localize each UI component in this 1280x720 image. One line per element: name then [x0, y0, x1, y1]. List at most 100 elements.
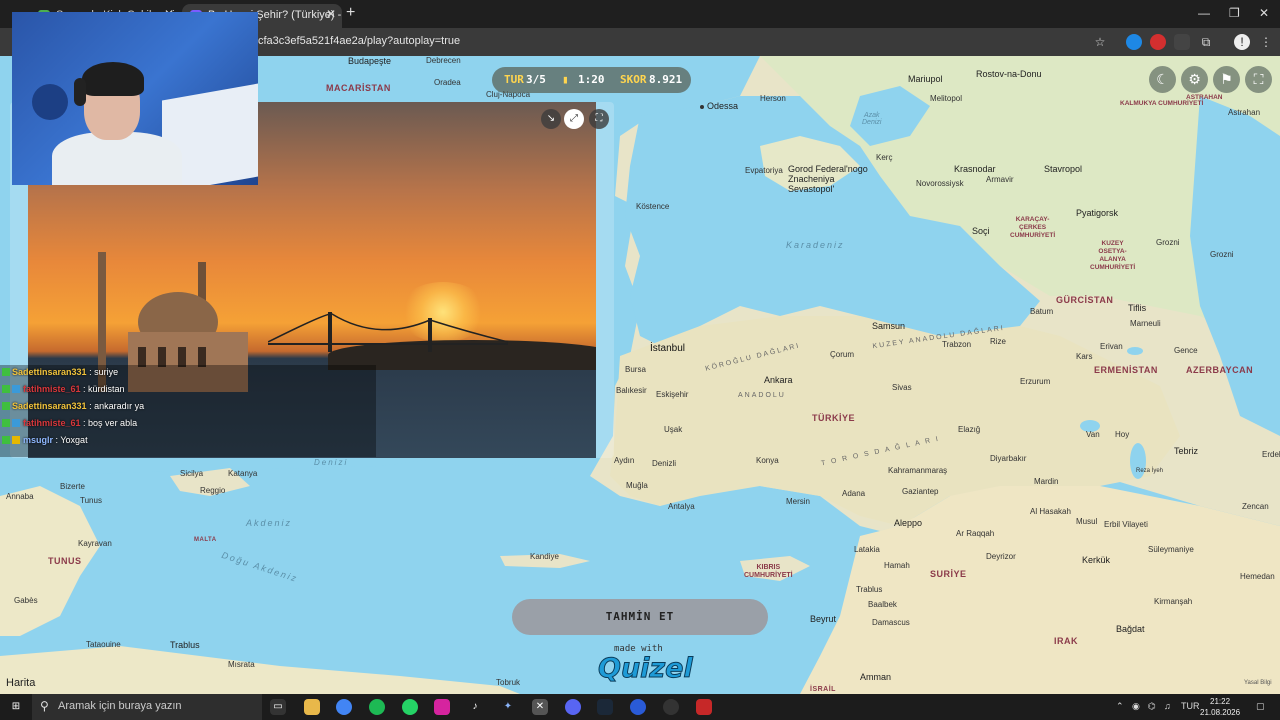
settings-gear-icon[interactable]: ⚙	[1181, 66, 1208, 93]
tray-app-icon[interactable]: ◉	[1132, 701, 1140, 712]
minimize-button[interactable]: —	[1198, 6, 1210, 20]
url-field[interactable]: cfa3c3ef5a521f4ae2a/play?autoplay=true	[258, 35, 460, 47]
report-flag-icon[interactable]: ⚑	[1213, 66, 1240, 93]
extension-icon[interactable]	[1126, 34, 1142, 50]
tiktok-app-icon[interactable]: ♪	[467, 699, 483, 715]
expand-image-icon[interactable]: ⤢	[564, 109, 584, 129]
quizel-logo[interactable]: Quizel	[598, 653, 694, 685]
capcut-app-icon[interactable]: ✕	[532, 699, 548, 715]
system-clock[interactable]: 21:22 21.08.2026	[1200, 696, 1240, 718]
instagram-app-icon[interactable]	[434, 699, 450, 715]
map-city-label: Kayravan	[78, 539, 112, 548]
map-country-label: IRAK	[1054, 636, 1078, 646]
map-city-label: Tobruk	[496, 678, 521, 687]
map-city-label: Mariupol	[908, 74, 943, 84]
map-city-label: Grozni	[1156, 238, 1180, 247]
map-city-label: Novorossiysk	[916, 179, 964, 188]
map-country-label: TUNUS	[48, 556, 82, 566]
map-city-label: Bursa	[625, 365, 646, 374]
map-city-label: Rize	[990, 337, 1007, 346]
map-city-label: Budapeşte	[348, 56, 392, 66]
extensions-puzzle-icon[interactable]: ⧉	[1198, 34, 1214, 50]
map-city-label: Diyarbakır	[990, 454, 1027, 463]
taskbar-search[interactable]: ⚲ Aramak için buraya yazın	[32, 694, 262, 720]
app-icon[interactable]	[630, 699, 646, 715]
map-city-label: Çorum	[830, 350, 855, 359]
map-city-label: Kirmanşah	[1154, 597, 1193, 606]
map-city-label: Batum	[1030, 307, 1054, 316]
map-city-label: Damascus	[872, 618, 910, 627]
fullscreen-icon[interactable]: ⛶	[1245, 66, 1272, 93]
kick-badge-icon	[2, 419, 10, 427]
sub-badge-icon	[12, 385, 20, 393]
chat-text: : suriye	[89, 367, 119, 377]
map-city-label: Marneuli	[1130, 319, 1161, 328]
close-tab-icon[interactable]: ✕	[326, 7, 336, 21]
map-city-label: Latakia	[854, 545, 880, 554]
gift-badge-icon	[12, 436, 20, 444]
chat-text: : Yoxgat	[55, 435, 88, 445]
map-city-label: Tiflis	[1128, 303, 1147, 313]
profile-avatar[interactable]: !	[1234, 34, 1250, 50]
discord-app-icon[interactable]	[565, 699, 581, 715]
map-city-label: Kars	[1076, 352, 1093, 361]
shrink-image-icon[interactable]: ↘	[541, 109, 561, 129]
legal-link[interactable]: Yasal Bilgi	[1244, 680, 1272, 686]
map-city-label: Soçi	[972, 226, 990, 236]
new-tab-button[interactable]: +	[346, 4, 355, 22]
map-country-label: ERMENİSTAN	[1094, 365, 1158, 375]
map-city-label: Kerkük	[1082, 555, 1111, 565]
volume-icon[interactable]: ♫	[1164, 701, 1171, 711]
extension-icon[interactable]	[1174, 34, 1190, 50]
steam-app-icon[interactable]	[597, 699, 613, 715]
extension-icon[interactable]	[1150, 34, 1166, 50]
map-city-label: Erzurum	[1020, 377, 1051, 386]
close-window-button[interactable]: ✕	[1259, 6, 1269, 20]
obs-app-icon[interactable]	[663, 699, 679, 715]
spotify-app-icon[interactable]	[369, 699, 385, 715]
gemini-app-icon[interactable]: ✦	[500, 699, 516, 715]
menu-kebab-icon[interactable]: ⋮	[1258, 34, 1274, 50]
map-city-label: Baalbek	[868, 600, 897, 609]
whatsapp-app-icon[interactable]	[402, 699, 418, 715]
map-city-label: Adana	[842, 489, 866, 498]
language-indicator[interactable]: TUR	[1181, 701, 1200, 711]
chrome-app-icon[interactable]	[336, 699, 352, 715]
sub-badge-icon	[12, 419, 20, 427]
kick-badge-icon	[2, 436, 10, 444]
tray-chevron-icon[interactable]: ⌃	[1116, 701, 1124, 712]
map-city-label: Pyatigorsk	[1076, 208, 1119, 218]
bookmark-star-icon[interactable]: ☆	[1092, 34, 1108, 50]
map-city-label: Erdebil	[1262, 450, 1280, 459]
notification-icon[interactable]: ▢	[1256, 701, 1265, 712]
dark-mode-moon-icon[interactable]: ☾	[1149, 66, 1176, 93]
windows-start-icon[interactable]: ⊞	[8, 699, 24, 715]
guess-button[interactable]: TAHMİN ET	[512, 599, 768, 635]
map-city-label: Annaba	[6, 492, 34, 501]
map-city-label: Debrecen	[426, 56, 461, 65]
chat-username: Sadettinsaran331	[12, 367, 87, 377]
map-city-label: Tunus	[80, 496, 102, 505]
map-region-label: KARAÇAY- ÇERKES CUMHURİYETİ	[1010, 216, 1056, 239]
map-toggle-label[interactable]: Harita	[6, 677, 35, 689]
restore-button[interactable]: ❐	[1229, 6, 1240, 20]
terminal-app-icon[interactable]: ▭	[270, 699, 286, 715]
app-icon[interactable]	[696, 699, 712, 715]
map-city-label: Kandiye	[530, 552, 559, 561]
chat-username: msuglr	[23, 435, 54, 445]
chat-message: Sadettinsaran331 : ankaradır ya	[2, 401, 144, 411]
map-city-label: Ar Raqqah	[956, 529, 995, 538]
headset-icon	[74, 78, 86, 106]
map-city-label: Sicilya	[180, 469, 204, 478]
map-sea-label: Karadeniz	[786, 240, 845, 250]
streamer-webcam	[12, 12, 258, 185]
map-city-label: Trablus	[170, 640, 200, 650]
map-city-label: Herson	[760, 94, 786, 103]
map-city-label: Bizerte	[60, 482, 85, 491]
network-icon[interactable]: ⌬	[1148, 701, 1156, 712]
file-explorer-icon[interactable]	[304, 699, 320, 715]
maximize-image-icon[interactable]: ⛶	[589, 109, 609, 129]
map-city-label: Stavropol	[1044, 164, 1083, 174]
map-city-label: Armavir	[986, 175, 1014, 184]
kick-badge-icon	[2, 368, 10, 376]
